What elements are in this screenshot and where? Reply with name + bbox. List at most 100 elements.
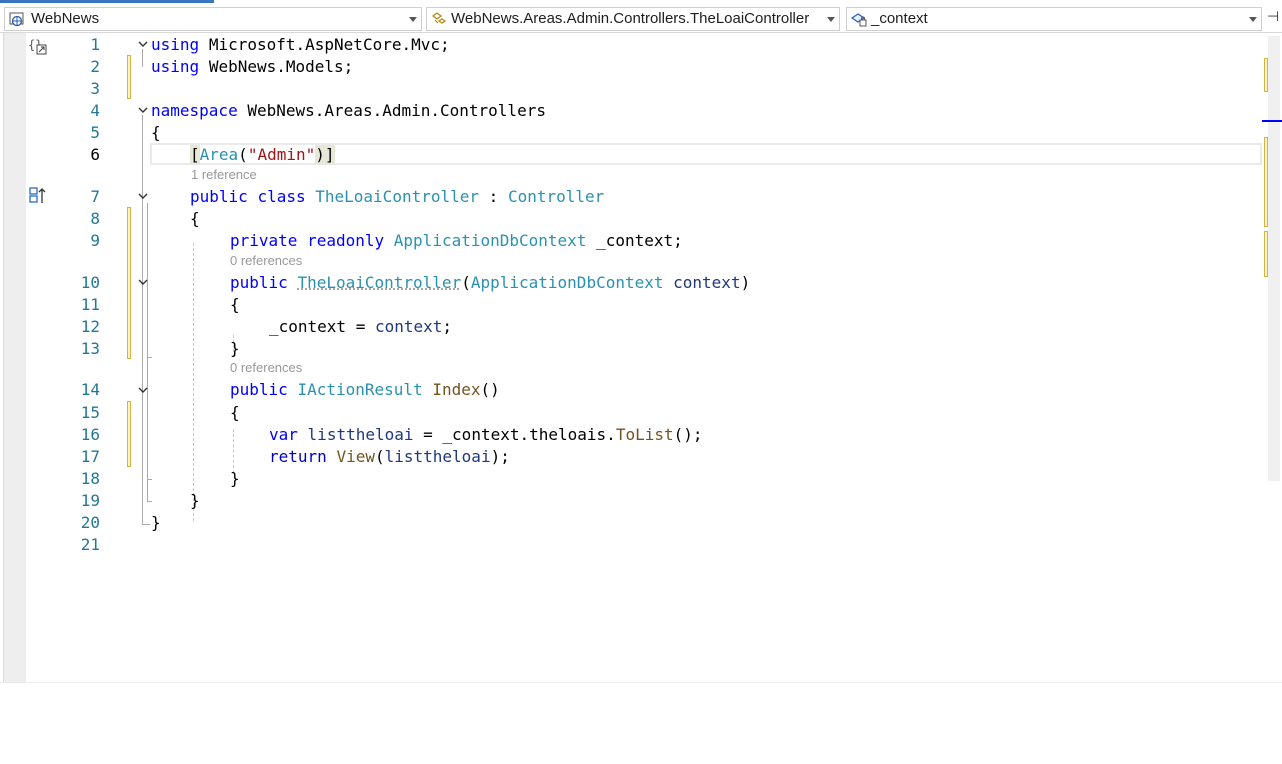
keyword: return — [269, 447, 327, 466]
string-literal: "Admin" — [247, 145, 316, 164]
collapse-chevron-icon[interactable] — [137, 385, 149, 395]
fold-outline — [142, 115, 143, 525]
line-number: 2 — [90, 57, 100, 76]
line-number: 8 — [90, 209, 100, 228]
codelens-references[interactable]: 0 references — [230, 360, 302, 375]
method-name: ToList — [615, 425, 674, 444]
code-line-12[interactable]: _context = context; — [269, 317, 452, 336]
fold-outline — [147, 501, 152, 502]
method-name: Index — [432, 380, 481, 399]
class-icon — [432, 12, 447, 24]
punctuation: ) — [740, 273, 751, 292]
navigation-bar: WebNews WebNews.Areas.Admin.Controllers.… — [0, 0, 1282, 34]
type-scope-name: WebNews.Areas.Admin.Controllers.TheLoaiC… — [451, 10, 810, 27]
codelens-references[interactable]: 0 references — [230, 253, 302, 268]
scrollbar-thumb[interactable] — [1268, 36, 1280, 481]
parameter-name: context — [673, 273, 741, 292]
code-line-5[interactable]: { — [151, 123, 161, 142]
namespace-name: WebNews.Areas.Admin.Controllers — [247, 101, 546, 120]
code-line-17[interactable]: return View(listtheloai); — [269, 447, 510, 466]
field-name: _context = — [269, 317, 375, 336]
code-line-1[interactable]: using Microsoft.AspNetCore.Mvc; — [151, 35, 450, 54]
line-number: 7 — [90, 187, 100, 206]
method-name: View — [336, 447, 375, 466]
member-dropdown[interactable]: _context — [846, 7, 1262, 31]
code-line-20[interactable]: } — [151, 513, 161, 532]
collapse-chevron-icon[interactable] — [137, 105, 149, 115]
implementation-icon[interactable] — [28, 186, 50, 206]
code-line-7[interactable]: public class TheLoaiController : Control… — [190, 187, 604, 206]
line-number: 11 — [80, 295, 100, 314]
type-name: ApplicationDbContext — [393, 231, 587, 250]
constructor-name: TheLoaiController — [297, 273, 462, 292]
line-number: 5 — [90, 123, 100, 142]
editor-bottom-edge — [0, 682, 1282, 683]
project-dropdown[interactable]: WebNews — [4, 7, 422, 31]
caret-position-marker — [1262, 120, 1282, 122]
punctuation: ( — [461, 273, 471, 292]
line-number-current: 6 — [90, 145, 100, 164]
code-line-16[interactable]: var listtheloai = _context.theloais.ToLi… — [269, 425, 703, 444]
line-number: 4 — [90, 101, 100, 120]
namespace-name: WebNews.Models; — [208, 57, 354, 76]
line-number: 3 — [90, 79, 100, 98]
code-line-6[interactable]: [Area("Admin")] — [190, 145, 335, 164]
collapse-chevron-icon[interactable] — [137, 39, 149, 49]
fold-outline — [142, 49, 143, 67]
chevron-down-icon — [827, 17, 835, 22]
change-marker — [127, 207, 131, 359]
fold-outline — [147, 479, 152, 480]
bracket: )] — [315, 145, 335, 164]
type-name: ApplicationDbContext — [470, 273, 664, 292]
keyword: public — [190, 187, 248, 206]
active-tab-indicator — [0, 0, 214, 3]
code-line-11[interactable]: { — [230, 295, 240, 314]
line-number: 20 — [80, 513, 100, 532]
fold-outline — [147, 357, 152, 358]
type-dropdown[interactable]: WebNews.Areas.Admin.Controllers.TheLoaiC… — [426, 7, 840, 31]
code-line-19[interactable]: } — [190, 491, 200, 510]
indent-guide — [233, 429, 234, 473]
keyword: namespace — [151, 101, 238, 120]
code-line-4[interactable]: namespace WebNews.Areas.Admin.Controller… — [151, 101, 546, 120]
line-number: 9 — [90, 231, 100, 250]
code-line-15[interactable]: { — [230, 403, 240, 422]
code-line-2[interactable]: using WebNews.Models; — [151, 57, 353, 76]
using-directives-icon[interactable]: {} — [28, 37, 50, 55]
type-name: IActionResult — [297, 380, 423, 399]
bracket: [ — [190, 145, 200, 164]
code-line-8[interactable]: { — [190, 209, 200, 228]
line-number: 14 — [80, 380, 100, 399]
line-number: 10 — [80, 273, 100, 292]
change-marker — [127, 401, 131, 467]
collapse-chevron-icon[interactable] — [137, 191, 149, 201]
line-number: 13 — [80, 339, 100, 358]
expression: = _context.theloais. — [413, 425, 616, 444]
field-name: _context; — [596, 231, 683, 250]
fold-outline — [147, 291, 148, 357]
line-number: 17 — [80, 447, 100, 466]
line-number: 16 — [80, 425, 100, 444]
punctuation: ( — [374, 447, 385, 466]
codelens-references[interactable]: 1 reference — [191, 167, 257, 182]
keyword: using — [151, 57, 200, 76]
csharp-project-icon — [9, 12, 24, 27]
keyword: private — [230, 231, 298, 250]
code-line-13[interactable]: } — [230, 339, 240, 358]
code-line-18[interactable]: } — [230, 469, 240, 488]
parameter-name: context — [374, 317, 443, 336]
fold-outline — [147, 399, 148, 479]
code-line-14[interactable]: public IActionResult Index() — [230, 380, 500, 399]
code-editor[interactable]: {} 1 2 3 4 5 6 7 8 9 10 11 12 13 14 15 1… — [0, 33, 1282, 682]
punctuation: : — [488, 187, 499, 206]
field-icon — [851, 13, 867, 27]
namespace-name: Microsoft.AspNetCore.Mvc; — [208, 35, 450, 54]
split-editor-icon[interactable]: ⊣ — [1267, 9, 1281, 29]
fold-outline — [142, 524, 150, 525]
code-line-9[interactable]: private readonly ApplicationDbContext _c… — [230, 231, 683, 250]
attribute-name: Area — [199, 145, 239, 164]
code-line-10[interactable]: public TheLoaiController(ApplicationDbCo… — [230, 273, 750, 292]
punctuation: (); — [673, 425, 703, 444]
line-number: 1 — [90, 35, 100, 54]
collapse-chevron-icon[interactable] — [137, 277, 149, 287]
